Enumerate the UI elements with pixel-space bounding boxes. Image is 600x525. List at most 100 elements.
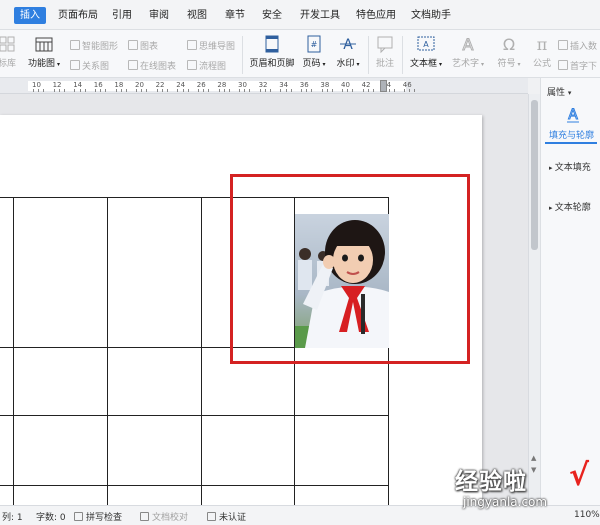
menu-reference[interactable]: 引用 <box>108 7 136 24</box>
ruler-tick <box>280 89 282 92</box>
function-chart-button[interactable]: 功能图 ▾ <box>26 34 62 69</box>
svg-text:Ω: Ω <box>503 35 515 54</box>
ruler-number: 28 <box>217 81 227 89</box>
ruler-tick <box>203 89 205 92</box>
text-fill-label: 文本填充 <box>554 163 591 173</box>
toolbar-divider <box>368 36 369 74</box>
relation-map-button[interactable]: 关系图 <box>70 59 109 72</box>
ruler-tick <box>197 89 199 92</box>
comment-button[interactable]: 批注 <box>372 34 398 69</box>
ruler-number: 10 <box>32 81 41 89</box>
doc-proof-icon <box>140 512 149 521</box>
text-box-button[interactable]: A 文本框 ▾ <box>407 34 445 69</box>
header-footer-button[interactable]: 页眉和页脚 <box>247 34 297 69</box>
chart-icon <box>128 40 138 50</box>
ruler-tick <box>321 89 323 92</box>
smart-shape-label: 智能图形 <box>82 42 119 52</box>
symbol-button[interactable]: Ω 符号 ▾ <box>495 34 523 69</box>
header-footer-icon <box>265 35 279 53</box>
text-outline-section[interactable]: ▸ 文本轮廓 <box>549 200 591 213</box>
menu-page-layout[interactable]: 页面布局 <box>54 7 102 24</box>
ruler-tick <box>362 89 364 92</box>
ruler-tick <box>249 89 251 92</box>
ruler-tick <box>259 89 261 92</box>
ruler-tick <box>409 89 411 92</box>
table-border <box>0 415 388 416</box>
ruler-tick <box>167 89 169 92</box>
ruler-tick <box>105 89 107 92</box>
watermark-button[interactable]: A 水印 ▾ <box>333 34 363 69</box>
ruler-tick <box>285 89 287 92</box>
smart-shape-button[interactable]: 智能图形 <box>70 39 118 52</box>
ruler-indent-marker[interactable] <box>380 80 387 92</box>
chart-button[interactable]: 图表 <box>128 39 158 52</box>
ruler-tick <box>306 89 308 92</box>
ruler-tick <box>161 89 163 92</box>
panel-title[interactable]: 属性 ▾ <box>547 85 571 98</box>
ruler-tick <box>244 89 246 92</box>
flow-chart-button[interactable]: 流程图 <box>187 59 226 72</box>
ruler-number: 32 <box>258 81 268 89</box>
menu-review[interactable]: 审阅 <box>145 7 173 24</box>
ruler-number: 40 <box>341 81 350 89</box>
fill-outline-icon: A <box>567 107 579 124</box>
menu-chapter[interactable]: 章节 <box>221 7 249 24</box>
scrollbar-thumb[interactable] <box>531 100 538 250</box>
menu-doc-assistant[interactable]: 文档助手 <box>407 7 455 24</box>
menu-insert[interactable]: 插入 <box>14 7 46 24</box>
menu-features[interactable]: 特色应用 <box>352 7 400 24</box>
ruler-tick <box>218 89 220 92</box>
table-border <box>201 197 202 505</box>
mind-map-button[interactable]: 思维导图 <box>187 39 235 52</box>
word-count[interactable]: 字数: 0 <box>36 510 66 523</box>
word-art-button[interactable]: A 艺术字 ▾ <box>451 34 485 70</box>
ruler-tick <box>141 89 143 92</box>
formula-label: 公式 <box>532 59 551 69</box>
doc-proof-button[interactable]: 文档校对 <box>140 510 188 523</box>
doc-proof-label: 文档校对 <box>152 513 189 523</box>
ruler-tick <box>120 89 122 92</box>
text-fill-section[interactable]: ▸ 文本填充 <box>549 160 591 173</box>
watermark-text: 经验啦 <box>455 469 527 495</box>
mind-map-label: 思维导图 <box>199 42 236 52</box>
menu-developer[interactable]: 开发工具 <box>296 7 344 24</box>
spell-check-button[interactable]: 拼写检查 <box>74 510 122 523</box>
dropcap-button[interactable]: 首字下 <box>558 59 597 72</box>
page-number-button[interactable]: # 页码 ▾ <box>301 34 327 69</box>
svg-text:A: A <box>423 40 429 49</box>
unverified-label: 未认证 <box>219 513 247 523</box>
ruler-tick <box>264 89 266 92</box>
ruler-tick <box>228 89 230 92</box>
online-chart-button[interactable]: 在线图表 <box>128 59 176 72</box>
ruler-tick <box>403 89 405 92</box>
unverified-badge[interactable]: 未认证 <box>207 510 246 523</box>
table-border <box>0 485 388 486</box>
toolbar-divider <box>402 36 403 74</box>
ruler-tick <box>177 89 179 92</box>
vertical-scrollbar[interactable]: ▲ ▼ <box>528 94 540 505</box>
ruler-tick <box>187 89 189 92</box>
menu-view[interactable]: 视图 <box>183 7 211 24</box>
check-mark-icon: √ <box>569 458 590 493</box>
formula-button[interactable]: π 公式 <box>529 34 555 69</box>
ruler-tick <box>347 89 349 92</box>
watermark-icon: A <box>340 37 356 53</box>
function-chart-icon <box>35 37 53 52</box>
tab-fill-outline[interactable]: 填充与轮廓 <box>549 128 594 141</box>
menu-security[interactable]: 安全 <box>258 7 286 24</box>
ruler-tick <box>388 89 390 92</box>
scroll-up-icon[interactable]: ▲ <box>531 454 536 462</box>
function-chart-label: 功能图 <box>28 59 56 69</box>
ruler-tick <box>136 89 138 92</box>
ruler-tick <box>208 89 210 92</box>
text-box-icon: A <box>417 36 435 51</box>
ruler-tick <box>393 89 395 92</box>
ruler-tick <box>352 89 354 92</box>
svg-text:A: A <box>568 107 578 123</box>
insert-number-button[interactable]: 插入数 <box>558 39 597 52</box>
horizontal-ruler[interactable]: 10121416182022242628303234363840424446 <box>0 78 528 94</box>
library-button[interactable]: 标库 <box>0 34 20 69</box>
document-area[interactable] <box>0 94 528 505</box>
ruler-tick <box>223 89 225 92</box>
insert-number-label: 插入数 <box>570 42 598 52</box>
